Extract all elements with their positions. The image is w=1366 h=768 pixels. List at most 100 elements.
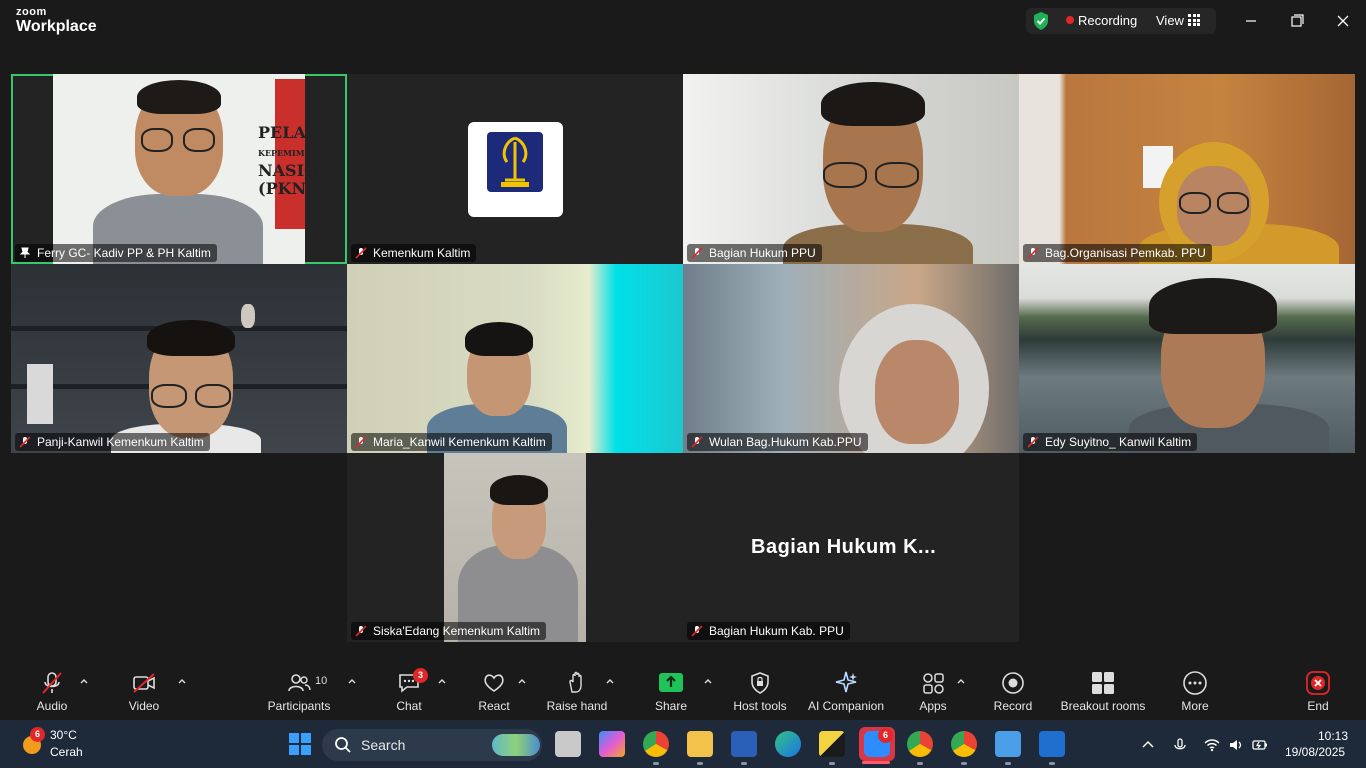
restore-icon[interactable] [1282,8,1312,34]
participant-name: Siska'Edang Kemenkum Kaltim [373,624,541,638]
participant-name: Wulan Bag.Hukum Kab.PPU [709,435,862,449]
raise-hand-button[interactable]: Raise hand [546,670,608,714]
apps-button[interactable]: Apps [914,670,952,714]
react-button[interactable]: React [475,670,513,714]
muted-mic-icon [355,436,367,448]
participant-name-label: Bagian Hukum PPU [687,244,822,262]
chrome-profile-icon[interactable] [907,731,933,757]
participant-name: Edy Suyitno_ Kanwil Kaltim [1045,435,1192,449]
photos-icon[interactable] [995,731,1021,757]
running-indicator [741,762,747,765]
shield-icon [751,672,769,694]
chevron-up-icon[interactable] [605,676,615,686]
volume-icon[interactable] [1228,737,1244,753]
video-feed [1019,74,1355,264]
minimize-icon[interactable] [1236,8,1266,34]
encryption-shield-icon[interactable] [1032,11,1050,31]
search-placeholder: Search [361,737,406,753]
search-icon [335,737,351,753]
close-window-icon[interactable] [1328,8,1358,34]
running-indicator [1005,762,1011,765]
record-icon [1002,672,1024,694]
participant-name-label: Wulan Bag.Hukum Kab.PPU [687,433,868,451]
weather-temperature[interactable]: 30°C [50,728,77,742]
weather-badge: 6 [30,727,45,742]
record-button[interactable]: Record [991,670,1035,714]
video-tile-bagian-hukum-kab-ppu[interactable]: Bagian Hukum K... Bagian Hukum Kab. PPU [683,453,1019,642]
host-tools-button[interactable]: Host tools [731,670,789,714]
view-button[interactable]: View [1156,13,1184,28]
end-meeting-button[interactable]: End [1300,670,1336,714]
participant-name: Ferry GC- Kadiv PP & PH Kaltim [37,246,211,260]
recording-label[interactable]: Recording [1078,13,1137,28]
video-off-icon [133,673,155,693]
video-tile-ferry[interactable]: PELAT KEPEMIM NASIO (PKN Ferry GC- Kadiv PP… [11,74,347,264]
copilot-icon[interactable] [599,731,625,757]
windows-taskbar [0,720,1366,768]
chevron-up-icon[interactable] [517,676,527,686]
participant-name: Kemenkum Kaltim [373,246,471,260]
video-tile-bagian-hukum-ppu[interactable]: Bagian Hukum PPU [683,74,1019,264]
video-tile-wulan[interactable]: Wulan Bag.Hukum Kab.PPU [683,264,1019,453]
apps-label: Apps [919,699,947,713]
weather-condition[interactable]: Cerah [50,745,83,759]
word-icon[interactable] [731,731,757,757]
video-feed [683,264,1019,453]
view-grid-icon[interactable] [1188,14,1200,26]
chevron-up-icon[interactable] [79,676,89,686]
video-tile-siska[interactable]: Siska'Edang Kemenkum Kaltim [347,453,683,642]
video-tile-panji[interactable]: Panji-Kanwil Kemenkum Kaltim [11,264,347,453]
more-icon [1183,671,1207,695]
more-button[interactable]: More [1176,670,1214,714]
battery-icon[interactable] [1252,737,1268,753]
participant-name-label: Siska'Edang Kemenkum Kaltim [351,622,547,640]
wifi-icon[interactable] [1204,737,1220,753]
video-feed [11,264,347,453]
edge-icon[interactable] [775,731,801,757]
participants-icon [288,674,311,692]
participant-name: Bagian Hukum Kab. PPU [709,624,844,638]
chevron-up-icon[interactable] [437,676,447,686]
ai-companion-button[interactable]: AI Companion [806,670,886,714]
participant-name-label: Panji-Kanwil Kemenkum Kaltim [15,433,210,451]
muted-mic-icon [355,247,367,259]
taskbar-time[interactable]: 10:13 [1318,729,1348,743]
breakout-rooms-button[interactable]: Breakout rooms [1060,670,1146,714]
apps-icon [923,673,944,694]
chevron-up-icon[interactable] [177,676,187,686]
running-indicator [829,762,835,765]
host-tools-label: Host tools [733,699,787,713]
participant-name: Bagian Hukum PPU [709,246,816,260]
taskbar-date[interactable]: 19/08/2025 [1285,745,1345,759]
raise-hand-icon [569,671,582,693]
chrome-profile-2-icon[interactable] [951,731,977,757]
chevron-up-icon[interactable] [956,676,966,686]
share-button[interactable]: Share [652,670,690,714]
chevron-up-icon[interactable] [703,676,713,686]
video-tile-edy[interactable]: Edy Suyitno_ Kanwil Kaltim [1019,264,1355,453]
task-view-icon[interactable] [555,731,581,757]
video-tile-maria[interactable]: Maria_Kanwil Kemenkum Kaltim [347,264,683,453]
ai-companion-label: AI Companion [807,699,885,713]
windows-start-icon[interactable] [287,731,313,757]
participants-count: 10 [315,675,328,687]
recording-dot-icon [1066,16,1074,24]
app-icon[interactable] [1039,731,1065,757]
microphone-tray-icon[interactable] [1172,737,1188,753]
chrome-icon[interactable] [643,731,669,757]
share-label: Share [654,699,688,713]
participant-name-label: Kemenkum Kaltim [351,244,477,262]
muted-mic-icon [691,436,703,448]
brand-bottom: Workplace [16,18,97,35]
end-label: End [1307,699,1329,713]
sticky-notes-icon[interactable] [819,731,845,757]
participant-name: Panji-Kanwil Kemenkum Kaltim [37,435,204,449]
chevron-up-icon[interactable] [1140,737,1156,753]
file-explorer-icon[interactable] [687,731,713,757]
video-button[interactable]: Video [122,670,166,714]
audio-button[interactable]: Audio [30,670,74,714]
chevron-up-icon[interactable] [347,676,357,686]
share-screen-icon [659,673,683,692]
more-label: More [1181,699,1209,713]
video-tile-bag-organisasi[interactable]: Bag.Organisasi Pemkab. PPU [1019,74,1355,264]
